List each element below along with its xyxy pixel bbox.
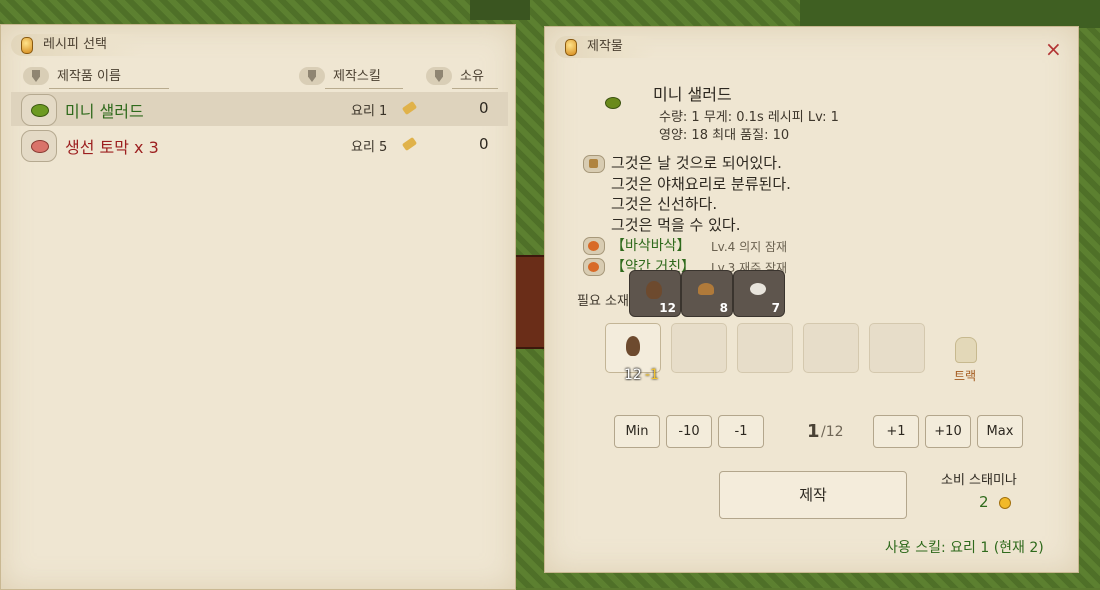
- trait-name: 【바삭바삭】: [611, 238, 691, 254]
- craft-item-panel: 제작물 × 미니 샐러드 수량: 1 무게: 0.1s 레시피 Lv: 1 영양…: [544, 26, 1079, 573]
- quantity-current: 1: [807, 421, 820, 442]
- header-underline: [49, 88, 169, 89]
- pinecone-icon: [646, 281, 662, 299]
- description-line: 그것은 신선하다.: [611, 195, 718, 213]
- column-header-skill-label: 제작스킬: [333, 69, 381, 84]
- trait-icon: [583, 258, 605, 276]
- truck-label: 트랙: [954, 369, 977, 383]
- skill-scroll-icon: [401, 100, 418, 116]
- recipe-name: 미니 샐러드: [65, 102, 144, 121]
- column-header-own-label: 소유: [460, 69, 484, 84]
- material-slot-pinecone[interactable]: 12: [629, 270, 681, 317]
- salad-icon: [21, 94, 57, 126]
- recipe-owned-count: 0: [479, 99, 489, 117]
- egg-icon: [750, 283, 766, 295]
- fish-chunk-icon: [21, 130, 57, 162]
- item-name: 미니 샐러드: [653, 85, 732, 104]
- material-count: 7: [771, 301, 780, 315]
- quantity-max-text: /12: [821, 424, 844, 440]
- column-header-own[interactable]: 소유: [426, 67, 498, 89]
- craft-item-title: 제작물: [555, 36, 657, 58]
- material-count: 8: [719, 301, 728, 315]
- stamina-icon: [999, 497, 1011, 509]
- amber-gem-icon: [565, 39, 577, 56]
- column-header-name-label: 제작품 이름: [57, 69, 121, 84]
- quantity-min-button[interactable]: Min: [614, 415, 660, 448]
- mushroom-icon: [698, 283, 714, 295]
- item-description-icon: [583, 155, 605, 173]
- description-line: 그것은 날 것으로 되어있다.: [611, 154, 782, 172]
- amber-gem-icon: [21, 37, 33, 54]
- recipe-select-title: 레시피 선택: [11, 34, 145, 56]
- recipe-name: 생선 토막 x 3: [65, 138, 159, 157]
- bag-icon[interactable]: [955, 337, 977, 363]
- quantity-minus1-button[interactable]: -1: [718, 415, 764, 448]
- item-stats-line-1: 수량: 1 무게: 0.1s 레시피 Lv: 1: [659, 110, 839, 125]
- stamina-cost-value: 2: [979, 493, 989, 511]
- input-slot-1[interactable]: [605, 323, 661, 373]
- input-slot-4[interactable]: [803, 323, 859, 373]
- recipe-select-panel: 레시피 선택 제작품 이름 제작스킬 소유 미니 샐러드 요리 1 0 생선 토…: [0, 24, 516, 590]
- column-header-name[interactable]: 제작품 이름: [23, 67, 169, 89]
- recipe-row-mini-salad[interactable]: 미니 샐러드 요리 1 0: [11, 92, 508, 126]
- craft-button[interactable]: 제작: [719, 471, 907, 519]
- description-line: 그것은 먹을 수 있다.: [611, 216, 741, 234]
- trait-description: Lv.4 의지 잠재: [711, 240, 788, 254]
- game-world-roof: [470, 0, 530, 20]
- required-materials-label: 필요 소재: [577, 294, 629, 309]
- game-world-top-strip: [800, 0, 1100, 28]
- trait-icon: [583, 237, 605, 255]
- material-count: 12: [659, 301, 676, 315]
- recipe-row-fish-chunk[interactable]: 생선 토막 x 3 요리 5 0: [11, 128, 508, 162]
- stamina-cost-label: 소비 스태미나: [941, 473, 1017, 488]
- recipe-skill: 요리 5: [351, 140, 388, 155]
- recipe-owned-count: 0: [479, 135, 489, 153]
- quantity-plus10-button[interactable]: +10: [925, 415, 971, 448]
- input-slot-count: 12: [624, 367, 642, 383]
- header-underline: [325, 88, 403, 89]
- sort-icon[interactable]: [426, 67, 452, 85]
- close-button[interactable]: ×: [1045, 39, 1062, 59]
- salad-icon: [605, 97, 621, 109]
- skill-scroll-icon: [401, 136, 418, 152]
- used-skill-text: 사용 스킬: 요리 1 (현재 2): [885, 540, 1044, 556]
- material-slot-egg[interactable]: 7: [733, 270, 785, 317]
- recipe-select-title-text: 레시피 선택: [43, 37, 107, 52]
- recipe-skill: 요리 1: [351, 104, 388, 119]
- pinecone-icon: [626, 336, 640, 356]
- quantity-plus1-button[interactable]: +1: [873, 415, 919, 448]
- quantity-max-button[interactable]: Max: [977, 415, 1023, 448]
- sort-icon[interactable]: [23, 67, 49, 85]
- input-slot-3[interactable]: [737, 323, 793, 373]
- item-stats-line-2: 영양: 18 최대 품질: 10: [659, 128, 790, 143]
- input-slot-consume: -1: [645, 367, 659, 383]
- craft-item-title-text: 제작물: [587, 39, 623, 54]
- input-slot-2[interactable]: [671, 323, 727, 373]
- column-header-skill[interactable]: 제작스킬: [299, 67, 403, 89]
- material-slot-mushroom[interactable]: 8: [681, 270, 733, 317]
- header-underline: [452, 88, 498, 89]
- input-slot-5[interactable]: [869, 323, 925, 373]
- description-line: 그것은 야채요리로 분류된다.: [611, 175, 791, 193]
- sort-icon[interactable]: [299, 67, 325, 85]
- quantity-minus10-button[interactable]: -10: [666, 415, 712, 448]
